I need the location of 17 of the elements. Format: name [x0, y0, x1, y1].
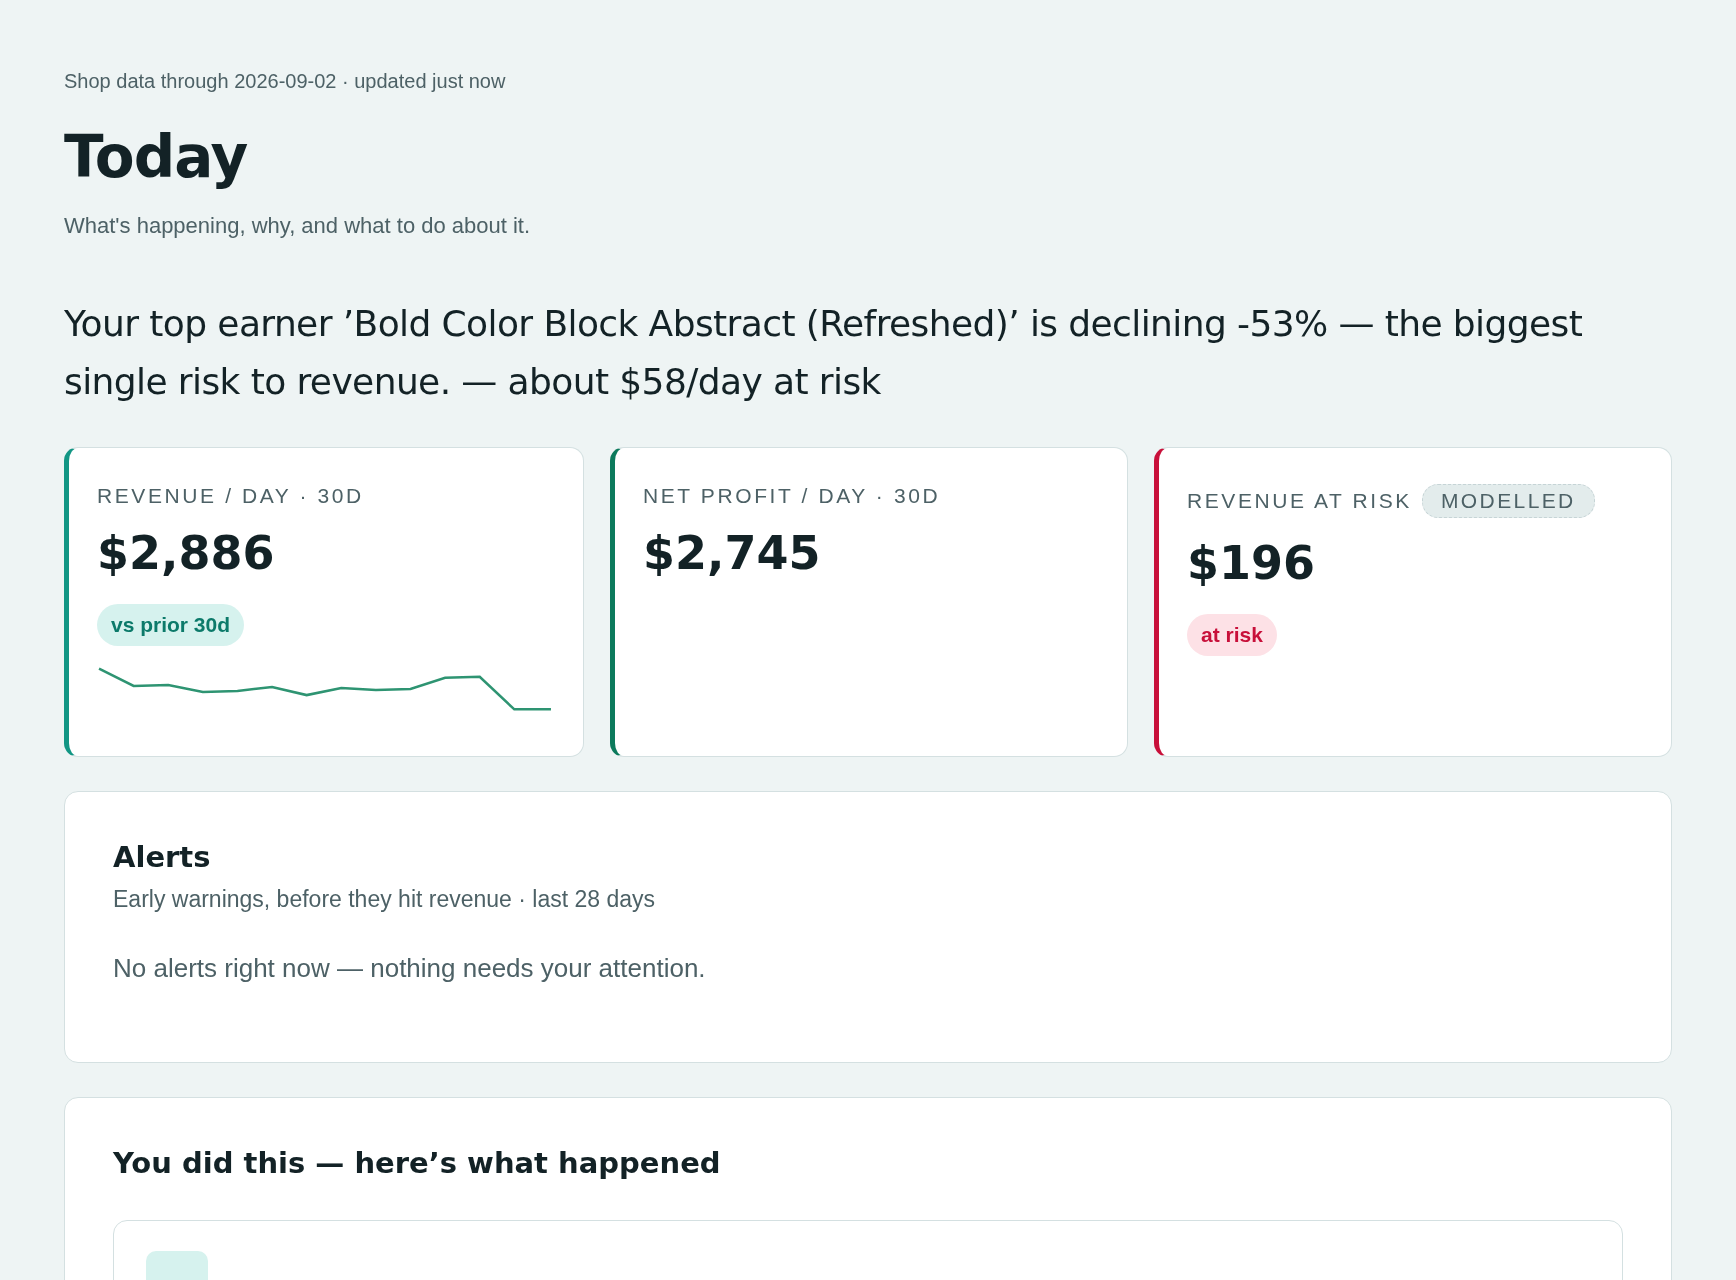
- metric-value: $2,886: [97, 525, 275, 580]
- metric-label: REVENUE / DAY · 30D: [97, 483, 364, 508]
- metric-badge: vs prior 30d: [97, 603, 245, 646]
- metric-value: $2,745: [643, 525, 821, 580]
- page-subtitle: What's happening, why, and what to do about it.: [64, 212, 532, 239]
- metric-label: REVENUE AT RISK: [1187, 488, 1412, 513]
- alerts-subtitle: Early warnings, before they hit revenue · last 28 days: [113, 885, 657, 913]
- metric-value: $196: [1187, 535, 1316, 590]
- page-title: Today: [64, 123, 249, 193]
- modelled-tag: MODELLED: [1421, 483, 1595, 518]
- data-freshness-note: Shop data through 2026-09-02 · updated just now: [64, 70, 507, 93]
- headline-insight: Your top earner ’Bold Color Block Abstract (Refreshed)’ is declining -53% — the biggest single risk to revenue. — about $58/day at risk: [64, 301, 1584, 404]
- metric-badge: at risk: [1187, 613, 1277, 656]
- actions-title: You did this — here’s what happened: [113, 1145, 722, 1180]
- alerts-empty-message: No alerts right now — nothing needs your attention.: [113, 952, 707, 985]
- alerts-title: Alerts: [113, 839, 212, 874]
- metric-label: NET PROFIT / DAY · 30D: [643, 483, 941, 508]
